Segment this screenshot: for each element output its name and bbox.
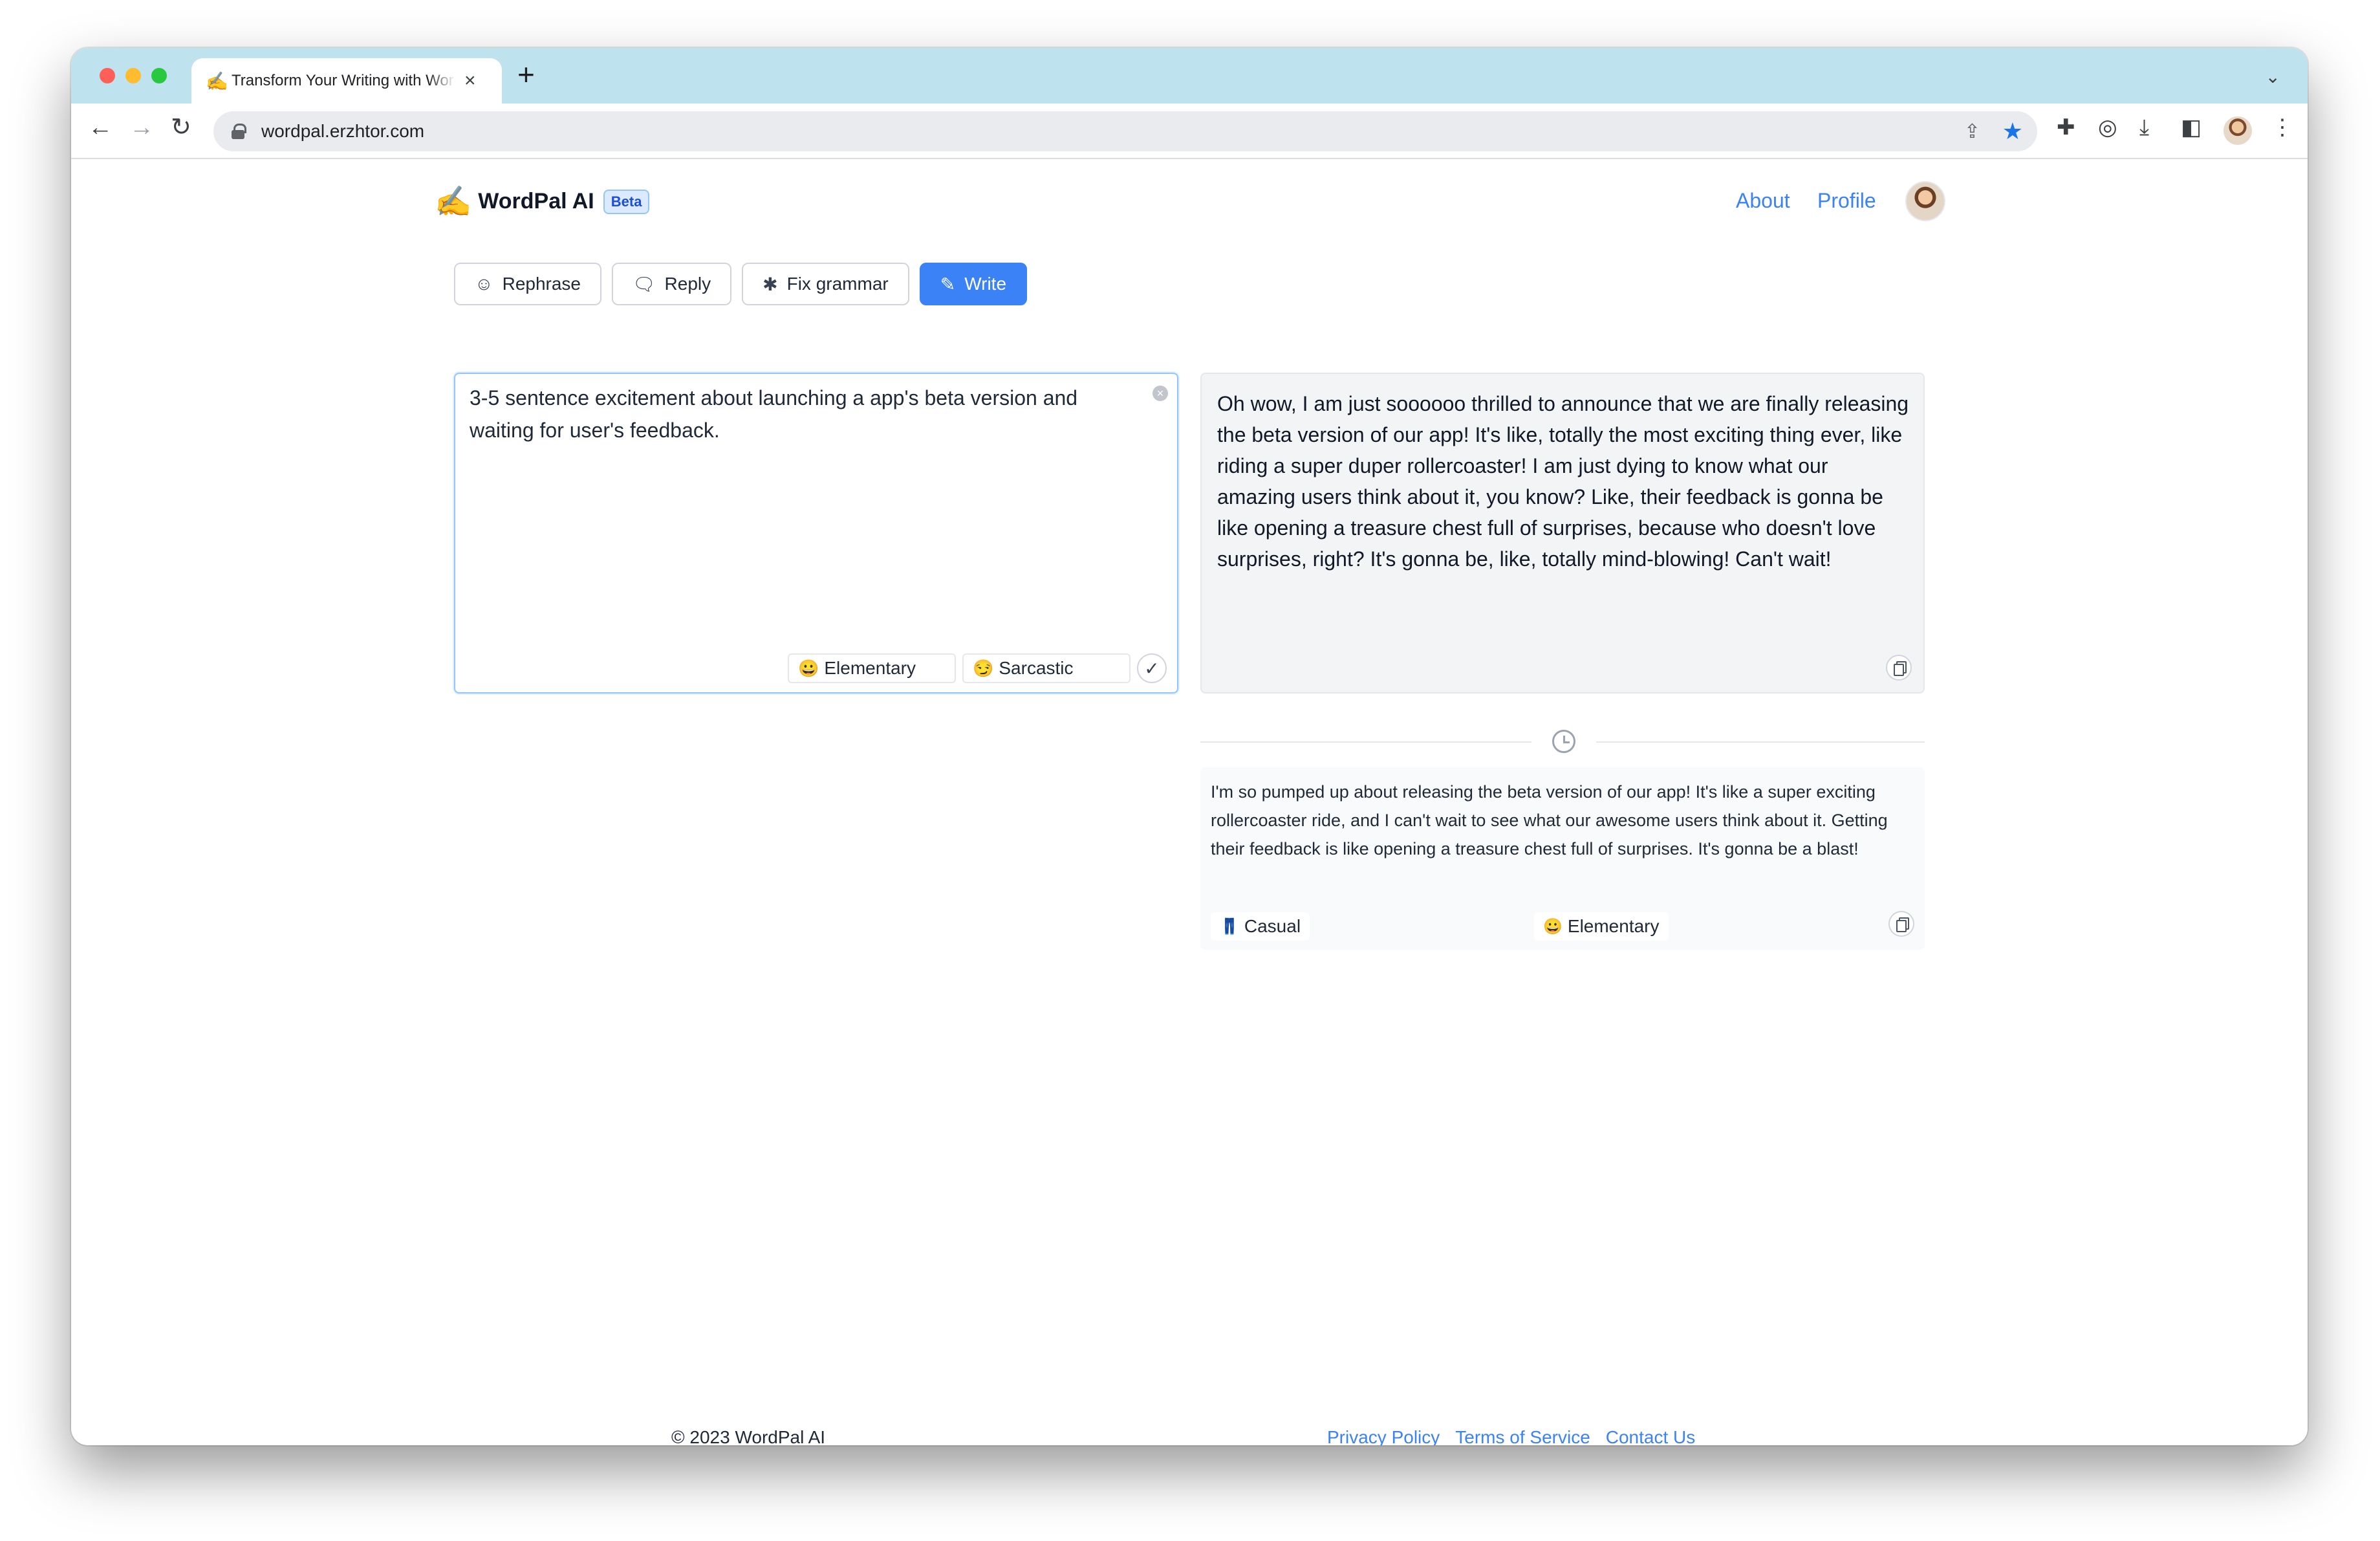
write-button[interactable]: ✎ Write <box>919 263 1028 305</box>
copy-icon <box>1894 661 1907 676</box>
reply-button[interactable]: 🗨 Reply <box>612 263 732 305</box>
beta-badge: Beta <box>603 189 650 214</box>
nav-profile-link[interactable]: Profile <box>1817 189 1876 213</box>
grinning-face-icon: 😀 <box>798 658 819 678</box>
extension-icon[interactable]: ◎ <box>2098 116 2117 138</box>
mode-selector: ☺ Rephrase 🗨 Reply ✱ Fix grammar ✎ Write <box>454 263 1037 305</box>
history-tag: 😀 Elementary <box>1534 912 1669 941</box>
copy-history-button[interactable] <box>1888 911 1914 937</box>
forward-arrow-icon[interactable]: → <box>129 115 154 140</box>
privacy-policy-link[interactable]: Privacy Policy <box>1327 1427 1440 1445</box>
checkmark-icon: ✓ <box>1144 658 1160 679</box>
browser-profile-avatar[interactable] <box>2223 116 2252 145</box>
download-icon[interactable]: ⤓ <box>2139 116 2149 138</box>
browser-window: ✍️ Transform Your Writing with WordPal A… <box>71 48 2308 1445</box>
history-clock-icon <box>1552 730 1575 753</box>
terms-of-service-link[interactable]: Terms of Service <box>1455 1427 1590 1445</box>
zoom-window-button[interactable] <box>151 68 167 83</box>
address-bar[interactable]: wordpal.erzhtor.com ⇪ ★ <box>213 111 2037 151</box>
history-item: I'm so pumped up about releasing the bet… <box>1200 767 1925 950</box>
chip-label: Sarcastic <box>999 658 1074 678</box>
copy-icon <box>1896 917 1909 932</box>
back-arrow-icon[interactable]: ← <box>88 115 113 140</box>
side-panel-icon[interactable]: ◧ <box>2181 116 2202 138</box>
bug-icon: ✱ <box>763 274 778 294</box>
new-tab-button[interactable]: + <box>517 60 535 89</box>
extensions-puzzle-icon[interactable]: ✚ <box>2057 116 2075 138</box>
footer-copyright: © 2023 WordPal AI <box>671 1427 826 1445</box>
copy-output-button[interactable] <box>1886 655 1912 681</box>
chat-icon: ☺ <box>475 274 493 294</box>
lock-icon[interactable] <box>232 124 246 139</box>
reload-icon[interactable]: ↻ <box>171 115 191 140</box>
chip-label: Elementary <box>824 658 916 678</box>
writing-hand-icon: ✍️ <box>435 184 472 218</box>
jeans-icon: 👖 <box>1220 917 1239 935</box>
output-text: Oh wow, I am just soooooo thrilled to an… <box>1217 392 1909 571</box>
tone-select[interactable]: 😏 Sarcastic <box>962 653 1130 683</box>
level-select[interactable]: 😀 Elementary <box>788 653 956 683</box>
history-divider <box>1596 741 1925 743</box>
grinning-face-icon: 😀 <box>1543 917 1563 935</box>
tab-search-chevron-icon[interactable]: ⌄ <box>2266 66 2280 87</box>
url-text[interactable]: wordpal.erzhtor.com <box>261 121 424 142</box>
tab-title: Transform Your Writing with WordPal AI <box>232 72 455 89</box>
mode-label: Fix grammar <box>786 274 889 294</box>
fix-grammar-button[interactable]: ✱ Fix grammar <box>742 263 909 305</box>
brand[interactable]: ✍️ WordPal AI Beta <box>435 184 650 219</box>
nav-about-link[interactable]: About <box>1736 189 1790 213</box>
kebab-menu-icon[interactable]: ⋮ <box>2271 116 2293 138</box>
rephrase-button[interactable]: ☺ Rephrase <box>454 263 601 305</box>
bookmark-star-icon[interactable]: ★ <box>2002 118 2023 145</box>
tag-label: Casual <box>1244 916 1301 936</box>
prompt-textarea[interactable]: 3-5 sentence excitement about launching … <box>454 373 1178 694</box>
history-text: I'm so pumped up about releasing the bet… <box>1211 782 1888 858</box>
pencil-icon: ✎ <box>940 274 956 294</box>
tab-favicon: ✍️ <box>206 71 228 91</box>
app-name: WordPal AI <box>478 189 594 213</box>
share-icon[interactable]: ⇪ <box>1964 120 1980 143</box>
tab-strip: ✍️ Transform Your Writing with WordPal A… <box>71 48 2308 104</box>
history-tag: 👖 Casual <box>1211 912 1310 941</box>
smirk-face-icon: 😏 <box>973 658 994 678</box>
tone-chips: 😀 Elementary 😏 Sarcastic ✓ <box>781 653 1167 683</box>
browser-tab[interactable]: ✍️ Transform Your Writing with WordPal A… <box>191 58 502 104</box>
page-content: ✍️ WordPal AI Beta About Profile ☺ Rephr… <box>71 159 2308 1445</box>
tab-close-icon[interactable]: × <box>464 71 476 91</box>
reply-icon: 🗨 <box>633 274 656 294</box>
history-tags: 👖 Casual 😀 Elementary <box>1211 912 1914 942</box>
prompt-text[interactable]: 3-5 sentence excitement about launching … <box>470 382 1116 446</box>
submit-checkmark-button[interactable]: ✓ <box>1137 653 1167 683</box>
close-window-button[interactable] <box>100 68 115 83</box>
mode-label: Write <box>964 274 1007 294</box>
mode-label: Rephrase <box>502 274 581 294</box>
user-avatar[interactable] <box>1905 181 1945 221</box>
mode-label: Reply <box>664 274 711 294</box>
output-panel: Oh wow, I am just soooooo thrilled to an… <box>1200 373 1925 694</box>
browser-toolbar: ← → ↻ wordpal.erzhtor.com ⇪ ★ ✚ ◎ ⤓ ◧ ⋮ <box>71 104 2308 159</box>
contact-us-link[interactable]: Contact Us <box>1606 1427 1696 1445</box>
footer-links: Privacy Policy Terms of Service Contact … <box>1327 1427 1711 1445</box>
tag-label: Elementary <box>1567 916 1660 936</box>
minimize-window-button[interactable] <box>125 68 141 83</box>
history-divider <box>1200 741 1531 743</box>
clear-input-icon[interactable]: × <box>1152 386 1168 401</box>
